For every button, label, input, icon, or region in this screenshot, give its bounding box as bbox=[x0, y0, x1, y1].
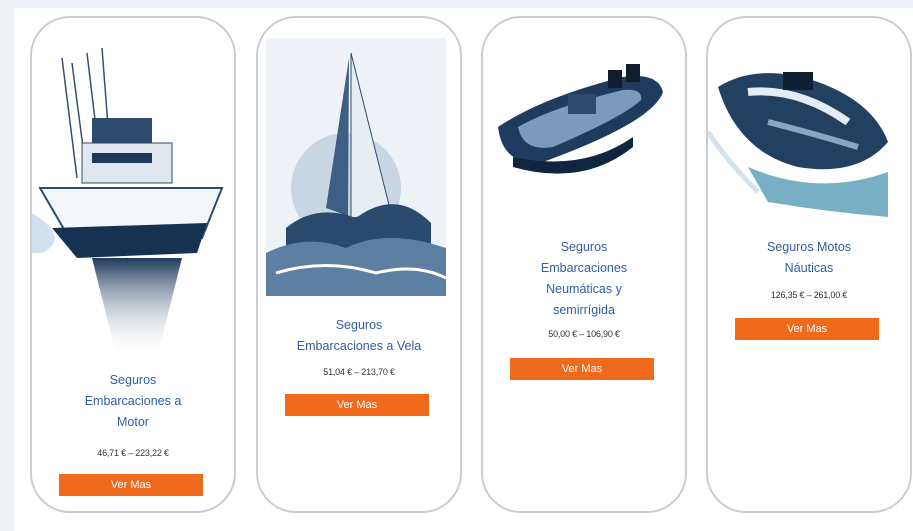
ver-mas-button[interactable]: Ver Mas bbox=[735, 318, 879, 340]
ver-mas-button[interactable]: Ver Mas bbox=[285, 394, 429, 416]
rib-boat-icon[interactable] bbox=[483, 52, 687, 202]
product-title[interactable]: Seguros Embarcaciones Neumáticas y semir… bbox=[493, 237, 675, 321]
motor-yacht-icon[interactable] bbox=[32, 38, 236, 358]
product-title[interactable]: Seguros Embarcaciones a Vela bbox=[268, 315, 450, 357]
ver-mas-button[interactable]: Ver Mas bbox=[59, 474, 203, 496]
product-price: 50,00 € – 106,90 € bbox=[548, 329, 620, 339]
product-card-motor: Seguros Embarcaciones a Motor 46,71 € – … bbox=[30, 16, 236, 513]
jet-ski-icon[interactable] bbox=[708, 52, 912, 222]
sailboat-icon[interactable] bbox=[266, 38, 446, 296]
product-title[interactable]: Seguros Motos Náuticas bbox=[718, 237, 900, 279]
product-card-vela: Seguros Embarcaciones a Vela 51,04 € – 2… bbox=[256, 16, 462, 513]
product-card-motos-nauticas: Seguros Motos Náuticas 126,35 € – 261,00… bbox=[706, 16, 912, 513]
product-card-neumaticas: Seguros Embarcaciones Neumáticas y semir… bbox=[481, 16, 687, 513]
product-title[interactable]: Seguros Embarcaciones a Motor bbox=[42, 370, 224, 433]
product-price: 46,71 € – 223,22 € bbox=[97, 448, 169, 458]
product-price: 51,04 € – 213,70 € bbox=[323, 367, 395, 377]
ver-mas-button[interactable]: Ver Mas bbox=[510, 358, 654, 380]
product-price: 126,35 € – 261,00 € bbox=[770, 290, 848, 300]
